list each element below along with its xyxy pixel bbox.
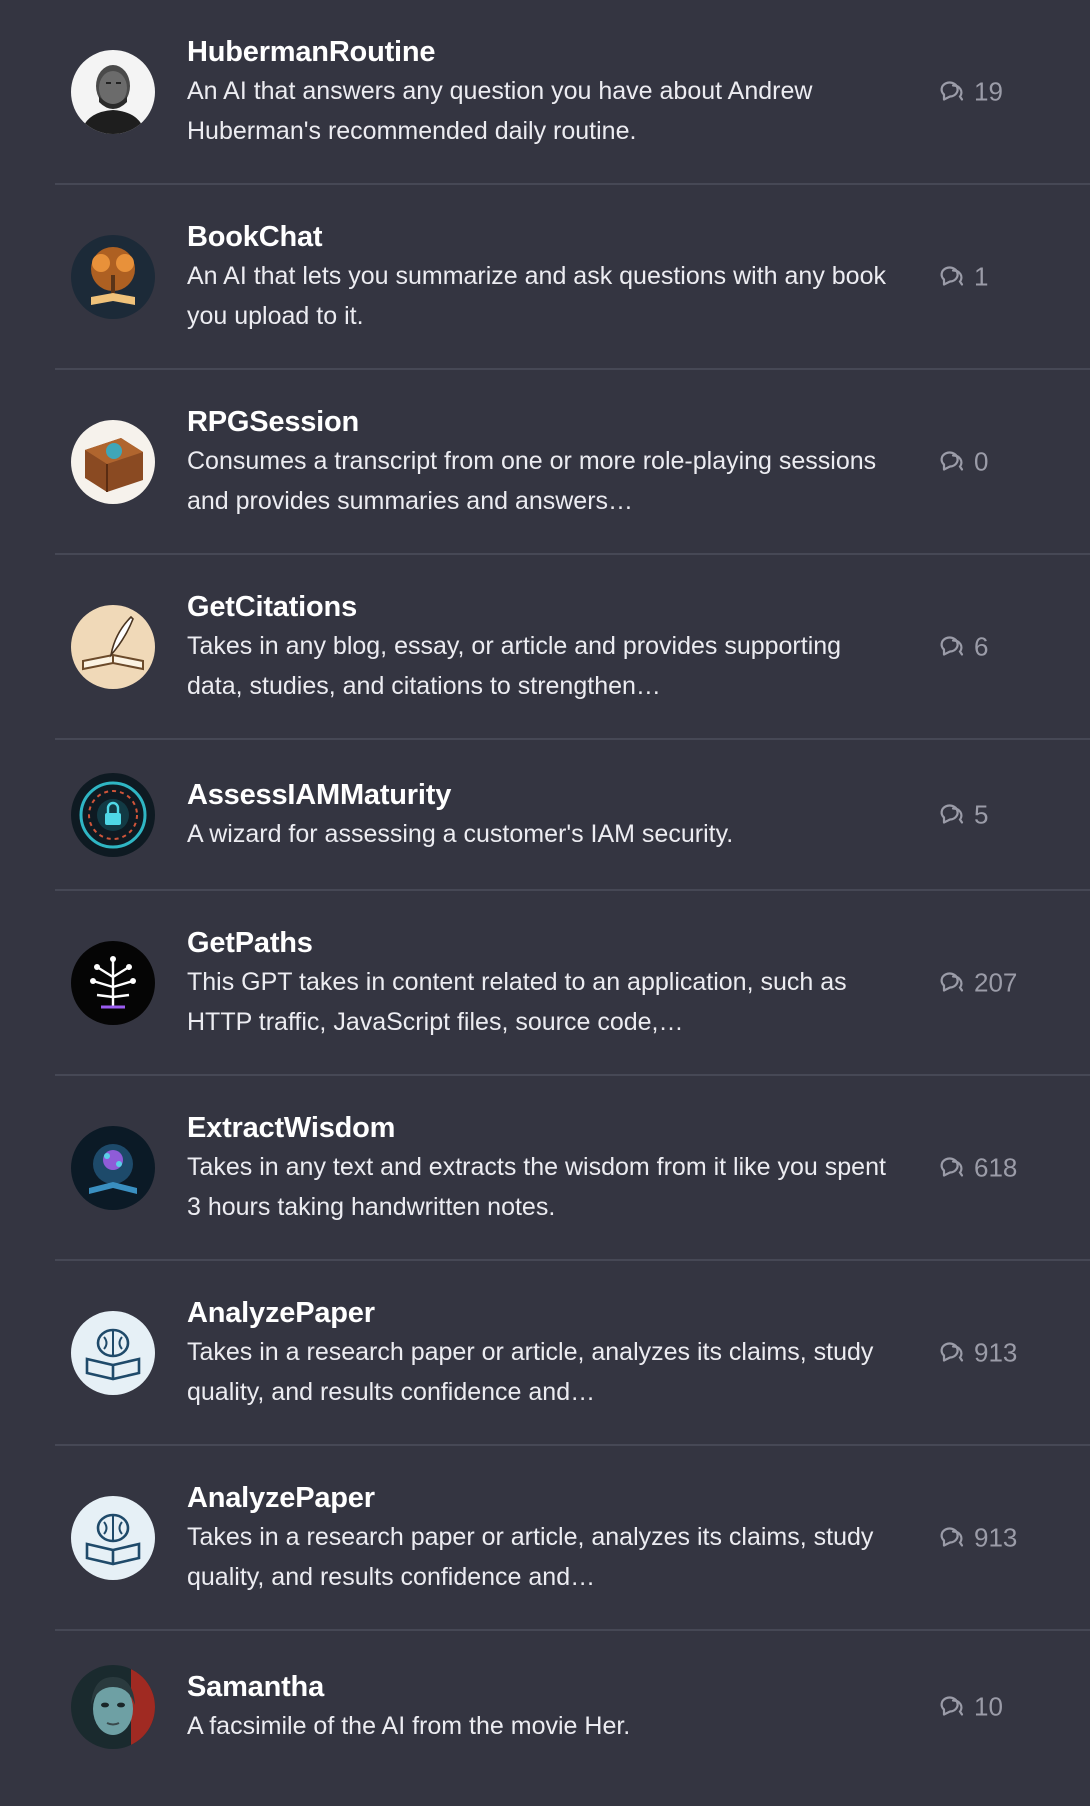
gpt-description: Takes in a research paper or article, an… <box>187 1522 874 1591</box>
gpt-description: Takes in any text and extracts the wisdo… <box>187 1152 886 1221</box>
chat-bubbles-icon <box>938 635 966 659</box>
gpt-description: An AI that answers any question you have… <box>187 76 813 145</box>
brain-book-icon <box>71 1495 155 1580</box>
gpt-name: AssessIAMMaturity <box>187 778 452 811</box>
chat-count-value: 6 <box>974 631 989 661</box>
gpt-description: A facsimile of the AI from the movie Her… <box>187 1711 631 1740</box>
gpt-description: This GPT takes in content related to an … <box>187 967 847 1036</box>
gpt-row-bookchat[interactable]: BookChat An AI that lets you summarize a… <box>55 185 1090 370</box>
chat-count-value: 19 <box>974 76 1003 106</box>
chat-count: 1 <box>938 261 988 292</box>
chat-count-value: 913 <box>974 1337 1018 1367</box>
chat-count-value: 1 <box>974 261 989 291</box>
gpt-name: Samantha <box>187 1670 324 1703</box>
ornate-tome-icon <box>71 419 155 504</box>
circuit-tree-icon <box>71 940 155 1025</box>
chat-bubbles-icon <box>938 803 966 827</box>
chat-count: 913 <box>938 1337 1017 1368</box>
gpt-name: GetCitations <box>187 590 357 623</box>
gpt-row-analyzepaper[interactable]: AnalyzePaper Takes in a research paper o… <box>55 1261 1090 1446</box>
gpt-list: HubermanRoutine An AI that answers any q… <box>55 0 1090 1782</box>
wisdom-book-icon <box>71 1125 155 1210</box>
glowing-tree-book-icon <box>71 234 155 319</box>
chat-count: 618 <box>938 1152 1017 1183</box>
gpt-name: GetPaths <box>187 926 313 959</box>
gpt-row-extractwisdom[interactable]: ExtractWisdom Takes in any text and extr… <box>55 1076 1090 1261</box>
gpt-row-analyzepaper[interactable]: AnalyzePaper Takes in a research paper o… <box>55 1446 1090 1631</box>
gpt-name: ExtractWisdom <box>187 1111 396 1144</box>
gpt-description: Takes in any blog, essay, or article and… <box>187 631 842 700</box>
chat-bubbles-icon <box>938 450 966 474</box>
chat-count-value: 10 <box>974 1691 1003 1721</box>
chat-bubbles-icon <box>938 971 966 995</box>
gpt-description: A wizard for assessing a customer's IAM … <box>187 819 734 848</box>
gpt-name: HubermanRoutine <box>187 35 436 68</box>
cyber-lock-icon <box>71 772 155 857</box>
gpt-row-getpaths[interactable]: GetPaths This GPT takes in content relat… <box>55 891 1090 1076</box>
chat-bubbles-icon <box>938 80 966 104</box>
chat-count-value: 618 <box>974 1152 1018 1182</box>
chat-count-value: 913 <box>974 1522 1018 1552</box>
chat-bubbles-icon <box>938 265 966 289</box>
chat-bubbles-icon <box>938 1156 966 1180</box>
gpt-name: BookChat <box>187 220 323 253</box>
chat-count: 5 <box>938 799 988 830</box>
chat-count-value: 207 <box>974 967 1018 997</box>
chat-count-value: 0 <box>974 446 989 476</box>
chat-count: 0 <box>938 446 988 477</box>
portrait-man-icon <box>71 49 155 134</box>
chat-bubbles-icon <box>938 1526 966 1550</box>
gpt-description: Takes in a research paper or article, an… <box>187 1337 874 1406</box>
chat-count: 6 <box>938 631 988 662</box>
chat-bubbles-icon <box>938 1695 966 1719</box>
brain-book-icon <box>71 1310 155 1395</box>
chat-count: 19 <box>938 76 1003 107</box>
gpt-row-hubermanroutine[interactable]: HubermanRoutine An AI that answers any q… <box>55 0 1090 185</box>
gpt-row-samantha[interactable]: Samantha A facsimile of the AI from the … <box>55 1631 1090 1782</box>
quill-book-icon <box>71 604 155 689</box>
woman-face-icon <box>71 1664 155 1749</box>
gpt-name: RPGSession <box>187 405 360 438</box>
chat-count-value: 5 <box>974 799 989 829</box>
gpt-description: An AI that lets you summarize and ask qu… <box>187 261 886 330</box>
gpt-row-rpgsession[interactable]: RPGSession Consumes a transcript from on… <box>55 370 1090 555</box>
gpt-row-assessiammaturity[interactable]: AssessIAMMaturity A wizard for assessing… <box>55 740 1090 891</box>
gpt-name: AnalyzePaper <box>187 1296 375 1329</box>
chat-count: 913 <box>938 1522 1017 1553</box>
gpt-row-getcitations[interactable]: GetCitations Takes in any blog, essay, o… <box>55 555 1090 740</box>
gpt-name: AnalyzePaper <box>187 1481 375 1514</box>
gpt-description: Consumes a transcript from one or more r… <box>187 446 877 515</box>
chat-count: 10 <box>938 1691 1003 1722</box>
chat-count: 207 <box>938 967 1017 998</box>
chat-bubbles-icon <box>938 1341 966 1365</box>
